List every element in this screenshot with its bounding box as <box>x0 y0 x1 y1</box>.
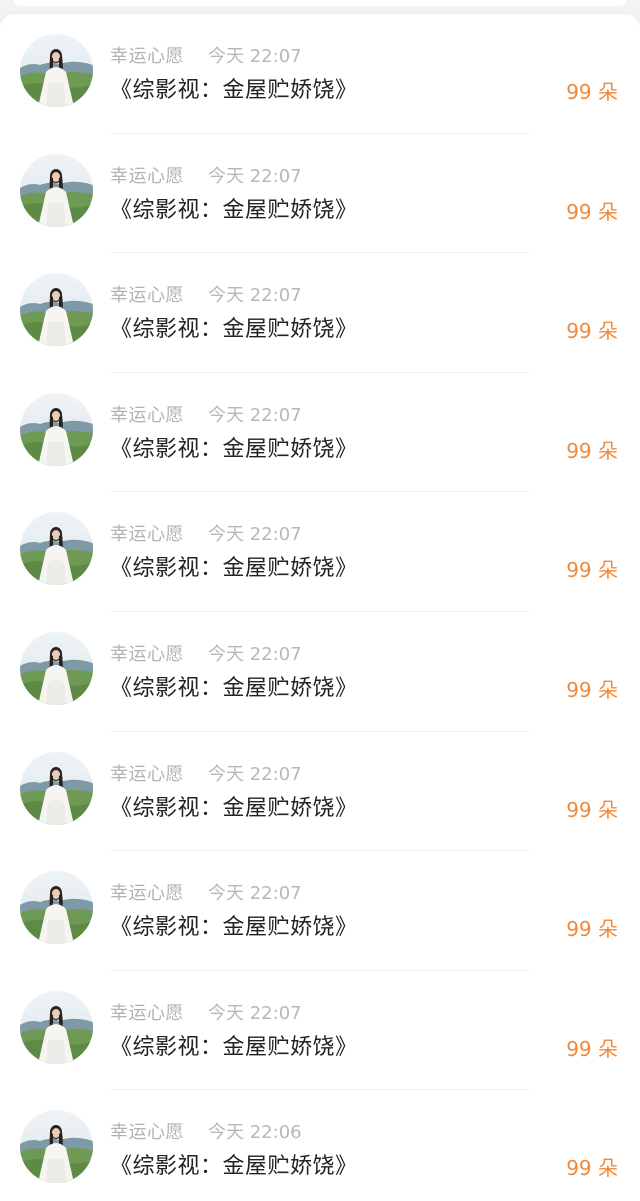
book-title-message: 《综影视：金屋贮娇饶》 <box>110 317 358 343</box>
gift-record-row[interactable]: 幸运心愿 今天 22:07 《综影视：金屋贮娇饶》 99 朵 <box>0 134 640 254</box>
sender-name: 幸运心愿 <box>110 763 184 785</box>
avatar-photo-icon <box>20 153 93 227</box>
avatar-photo-icon <box>20 1110 93 1184</box>
gift-amount: 99 朵 <box>566 917 618 942</box>
sent-time: 今天 22:06 <box>208 1122 302 1144</box>
gift-record-row[interactable]: 幸运心愿 今天 22:07 《综影视：金屋贮娇饶》 99 朵 <box>0 492 640 612</box>
avatar-photo-icon <box>20 871 93 945</box>
sent-time: 今天 22:07 <box>208 165 302 187</box>
gift-record-row[interactable]: 幸运心愿 今天 22:07 《综影视：金屋贮娇饶》 99 朵 <box>0 851 640 971</box>
avatar-photo-icon <box>20 392 93 466</box>
book-title-message: 《综影视：金屋贮娇饶》 <box>110 915 358 941</box>
gift-record-list[interactable]: 幸运心愿 今天 22:07 《综影视：金屋贮娇饶》 99 朵 幸运心愿 今天 2… <box>0 14 640 1201</box>
gift-record-row[interactable]: 幸运心愿 今天 22:07 《综影视：金屋贮娇饶》 99 朵 <box>0 253 640 373</box>
gift-amount: 99 朵 <box>566 1156 618 1181</box>
sender-name: 幸运心愿 <box>110 1122 184 1144</box>
book-title-message: 《综影视：金屋贮娇饶》 <box>110 556 358 582</box>
avatar-photo-icon <box>20 34 93 107</box>
user-avatar[interactable] <box>20 392 93 466</box>
sent-time: 今天 22:07 <box>208 46 302 67</box>
book-title-message: 《综影视：金屋贮娇饶》 <box>110 436 358 462</box>
user-avatar[interactable] <box>20 871 93 945</box>
gift-amount: 99 朵 <box>566 677 618 702</box>
sender-name: 幸运心愿 <box>110 46 184 67</box>
gift-amount: 99 朵 <box>566 558 618 583</box>
avatar-photo-icon <box>20 751 93 825</box>
sender-name: 幸运心愿 <box>110 1002 184 1024</box>
user-avatar[interactable] <box>20 631 93 705</box>
sender-name: 幸运心愿 <box>110 404 184 426</box>
gift-record-row[interactable]: 幸运心愿 今天 22:07 《综影视：金屋贮娇饶》 99 朵 <box>0 14 640 134</box>
gift-record-page: 幸运心愿 今天 22:07 《综影视：金屋贮娇饶》 99 朵 幸运心愿 今天 2… <box>0 0 640 1201</box>
sent-time: 今天 22:07 <box>208 883 302 905</box>
gift-amount: 99 朵 <box>566 199 618 224</box>
gift-record-row[interactable]: 幸运心愿 今天 22:07 《综影视：金屋贮娇饶》 99 朵 <box>0 732 640 852</box>
sent-time: 今天 22:07 <box>208 285 302 307</box>
avatar-photo-icon <box>20 631 93 705</box>
book-title-message: 《综影视：金屋贮娇饶》 <box>110 78 358 103</box>
gift-record-row[interactable]: 幸运心愿 今天 22:07 《综影视：金屋贮娇饶》 99 朵 <box>0 612 640 732</box>
book-title-message: 《综影视：金屋贮娇饶》 <box>110 197 358 223</box>
sent-time: 今天 22:07 <box>208 643 302 665</box>
user-avatar[interactable] <box>20 1110 93 1184</box>
gift-amount: 99 朵 <box>566 797 618 822</box>
book-title-message: 《综影视：金屋贮娇饶》 <box>110 795 358 821</box>
previous-card-edge <box>12 0 628 6</box>
gift-amount: 99 朵 <box>566 1036 618 1061</box>
gift-amount: 99 朵 <box>566 80 618 104</box>
user-avatar[interactable] <box>20 153 93 227</box>
book-title-message: 《综影视：金屋贮娇饶》 <box>110 675 358 701</box>
book-title-message: 《综影视：金屋贮娇饶》 <box>110 1154 358 1180</box>
sent-time: 今天 22:07 <box>208 1002 302 1024</box>
sent-time: 今天 22:07 <box>208 763 302 785</box>
user-avatar[interactable] <box>20 273 93 347</box>
avatar-photo-icon <box>20 273 93 347</box>
gift-amount: 99 朵 <box>566 438 618 463</box>
avatar-photo-icon <box>20 512 93 586</box>
gift-record-row[interactable]: 幸运心愿 今天 22:07 《综影视：金屋贮娇饶》 99 朵 <box>0 373 640 493</box>
gift-record-row[interactable]: 幸运心愿 今天 22:07 《综影视：金屋贮娇饶》 99 朵 <box>0 971 640 1091</box>
user-avatar[interactable] <box>20 751 93 825</box>
book-title-message: 《综影视：金屋贮娇饶》 <box>110 1034 358 1060</box>
sender-name: 幸运心愿 <box>110 643 184 665</box>
gift-amount: 99 朵 <box>566 319 618 344</box>
avatar-photo-icon <box>20 990 93 1064</box>
user-avatar[interactable] <box>20 990 93 1064</box>
gift-record-row[interactable]: 幸运心愿 今天 22:06 《综影视：金屋贮娇饶》 99 朵 <box>0 1090 640 1201</box>
user-avatar[interactable] <box>20 34 93 107</box>
gift-record-card: 幸运心愿 今天 22:07 《综影视：金屋贮娇饶》 99 朵 幸运心愿 今天 2… <box>0 14 640 1201</box>
sender-name: 幸运心愿 <box>110 165 184 187</box>
sender-name: 幸运心愿 <box>110 883 184 905</box>
sent-time: 今天 22:07 <box>208 404 302 426</box>
sent-time: 今天 22:07 <box>208 524 302 546</box>
user-avatar[interactable] <box>20 512 93 586</box>
sender-name: 幸运心愿 <box>110 285 184 307</box>
sender-name: 幸运心愿 <box>110 524 184 546</box>
